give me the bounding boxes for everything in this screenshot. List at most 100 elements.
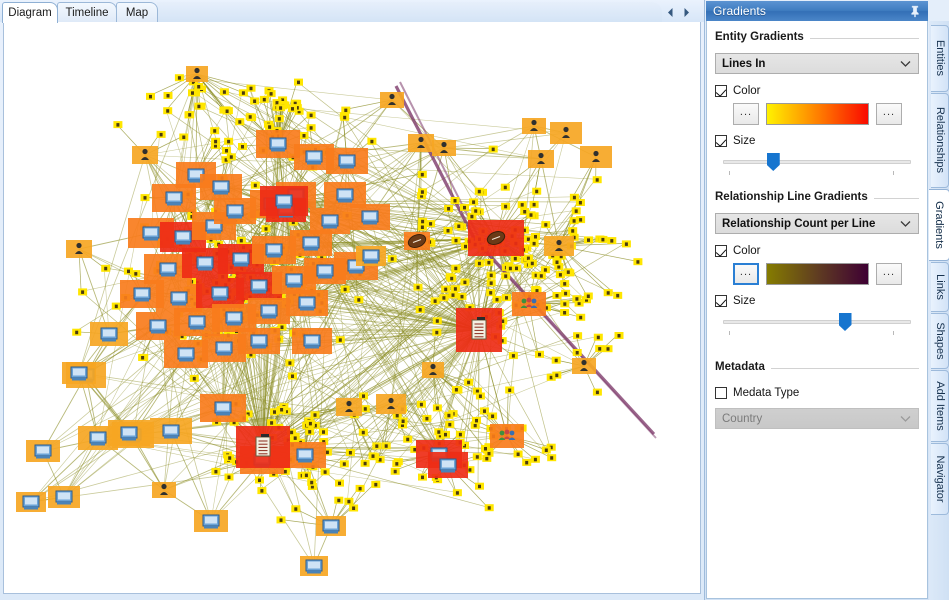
graph-entity-node[interactable] bbox=[316, 516, 346, 536]
graph-entity-node[interactable] bbox=[456, 308, 502, 352]
side-tab-gradients[interactable]: Gradients bbox=[929, 189, 949, 261]
side-tab-navigator[interactable]: Navigator bbox=[931, 443, 949, 515]
slider-tick-min bbox=[729, 331, 730, 335]
graph-entity-node[interactable] bbox=[522, 118, 546, 134]
graph-entity-node[interactable] bbox=[62, 362, 96, 384]
entity-size-checkbox-row[interactable]: Size bbox=[715, 133, 919, 149]
graph-entity-node[interactable] bbox=[422, 362, 444, 378]
graph-entity-node[interactable] bbox=[26, 440, 60, 462]
graph-entity-node[interactable] bbox=[164, 340, 208, 368]
entity-gradient-end-color-button[interactable]: ... bbox=[876, 103, 902, 125]
chevron-left-icon[interactable] bbox=[664, 5, 677, 19]
entity-color-checkbox[interactable] bbox=[715, 85, 727, 97]
graph-entity-node[interactable] bbox=[16, 492, 46, 512]
graph-entity-node[interactable] bbox=[90, 322, 128, 346]
pin-icon[interactable] bbox=[908, 4, 922, 18]
relationship-gradient-start-color-button[interactable]: ... bbox=[733, 263, 759, 285]
entity-gradient-type-select[interactable]: Lines In bbox=[715, 53, 919, 74]
graph-entity-node[interactable] bbox=[214, 198, 256, 224]
entity-color-gradient-preview[interactable] bbox=[766, 103, 869, 125]
entity-size-checkbox[interactable] bbox=[715, 135, 727, 147]
diagram-canvas[interactable] bbox=[4, 22, 700, 592]
graph-entity-node[interactable] bbox=[200, 174, 242, 200]
graph-entity-node[interactable] bbox=[256, 130, 300, 158]
gradients-panel: Gradients Entity Gradients Lines In bbox=[704, 0, 949, 600]
entity-gradients-title: Entity Gradients bbox=[715, 31, 810, 43]
entity-size-slider[interactable] bbox=[715, 152, 919, 174]
graph-entity-node[interactable] bbox=[186, 66, 208, 82]
network-graph[interactable] bbox=[4, 22, 700, 592]
relationship-size-slider-thumb[interactable] bbox=[839, 313, 852, 331]
graph-entity-node[interactable] bbox=[136, 312, 180, 340]
relationship-gradient-type-select[interactable]: Relationship Count per Line bbox=[715, 213, 919, 234]
graph-entity-node[interactable] bbox=[408, 134, 434, 152]
entity-size-slider-thumb[interactable] bbox=[767, 153, 780, 171]
graph-entity-node[interactable] bbox=[380, 92, 404, 108]
graph-entity-node[interactable] bbox=[132, 146, 158, 164]
graph-entity-node[interactable] bbox=[66, 240, 92, 258]
graph-entity-node[interactable] bbox=[528, 150, 554, 168]
side-tab-links[interactable]: Links bbox=[931, 262, 949, 312]
graph-entity-node[interactable] bbox=[468, 220, 524, 256]
graph-entity-node[interactable] bbox=[300, 556, 328, 576]
graph-entity-node[interactable] bbox=[248, 298, 290, 324]
tab-diagram[interactable]: Diagram bbox=[2, 2, 58, 23]
graph-entity-node[interactable] bbox=[152, 184, 196, 212]
tab-map[interactable]: Map bbox=[116, 2, 158, 22]
graph-entity-node[interactable] bbox=[356, 246, 386, 266]
metadata-title: Metadata bbox=[715, 361, 771, 373]
relationship-color-checkbox-row[interactable]: Color bbox=[715, 243, 919, 259]
side-tab-shapes[interactable]: Shapes bbox=[931, 313, 949, 369]
graph-entity-node[interactable] bbox=[236, 426, 290, 468]
graph-entity-node[interactable] bbox=[572, 358, 596, 374]
graph-entity-node[interactable] bbox=[286, 290, 328, 316]
relationship-color-gradient-preview[interactable] bbox=[766, 263, 869, 285]
graph-entity-node[interactable] bbox=[544, 236, 574, 256]
graph-entity-node[interactable] bbox=[336, 398, 362, 416]
relationship-gradient-end-color-button[interactable]: ... bbox=[876, 263, 902, 285]
graph-entity-node[interactable] bbox=[156, 284, 202, 312]
metadata-type-select[interactable]: Country bbox=[715, 408, 919, 429]
tab-timeline[interactable]: Timeline bbox=[57, 2, 117, 22]
panel-title-bar: Gradients bbox=[706, 1, 928, 21]
relationship-size-slider[interactable] bbox=[715, 312, 919, 334]
side-tab-entities[interactable]: Entities bbox=[931, 25, 949, 92]
graph-entity-node[interactable] bbox=[580, 146, 612, 168]
graph-entity-node[interactable] bbox=[284, 442, 326, 468]
metadata-type-checkbox-row[interactable]: Medata Type bbox=[715, 385, 919, 401]
side-tab-relationships[interactable]: Relationships bbox=[931, 93, 949, 188]
side-tab-label: Entities bbox=[934, 40, 946, 76]
graph-entity-node[interactable] bbox=[48, 486, 80, 508]
graph-entity-node[interactable] bbox=[292, 328, 332, 354]
entity-gradients-header: Entity Gradients bbox=[715, 31, 919, 46]
graph-entity-node[interactable] bbox=[108, 420, 150, 446]
relationship-size-checkbox-row[interactable]: Size bbox=[715, 293, 919, 309]
relationship-color-checkbox[interactable] bbox=[715, 245, 727, 257]
graph-entity-node[interactable] bbox=[512, 292, 546, 316]
relationship-color-label: Color bbox=[733, 245, 760, 257]
entity-color-checkbox-row[interactable]: Color bbox=[715, 83, 919, 99]
graph-entity-node[interactable] bbox=[376, 394, 406, 414]
graph-entity-node[interactable] bbox=[432, 140, 456, 156]
graph-entity-node[interactable] bbox=[260, 186, 308, 216]
graph-entity-node[interactable] bbox=[490, 424, 524, 448]
graph-entity-node[interactable] bbox=[150, 418, 192, 444]
graph-entity-node[interactable] bbox=[310, 208, 350, 234]
graph-entity-node[interactable] bbox=[200, 394, 246, 422]
graph-entity-node[interactable] bbox=[350, 204, 390, 230]
graph-entity-node[interactable] bbox=[238, 328, 280, 354]
relationship-size-checkbox[interactable] bbox=[715, 295, 727, 307]
graph-entity-node[interactable] bbox=[428, 452, 468, 478]
graph-entity-node[interactable] bbox=[194, 510, 228, 532]
metadata-type-checkbox[interactable] bbox=[715, 387, 727, 399]
graph-entity-node[interactable] bbox=[404, 232, 430, 250]
chevron-right-icon[interactable] bbox=[680, 5, 693, 19]
graph-entity-node[interactable] bbox=[252, 236, 296, 264]
slider-tick-max bbox=[893, 171, 894, 175]
graph-entity-node[interactable] bbox=[152, 482, 176, 498]
graph-entity-node[interactable] bbox=[550, 122, 582, 144]
side-tab-add-items[interactable]: Add Items bbox=[931, 370, 949, 442]
entity-gradient-start-color-button[interactable]: ... bbox=[733, 103, 759, 125]
graph-entity-node[interactable] bbox=[326, 148, 368, 174]
side-tab-label: Gradients bbox=[933, 201, 945, 249]
